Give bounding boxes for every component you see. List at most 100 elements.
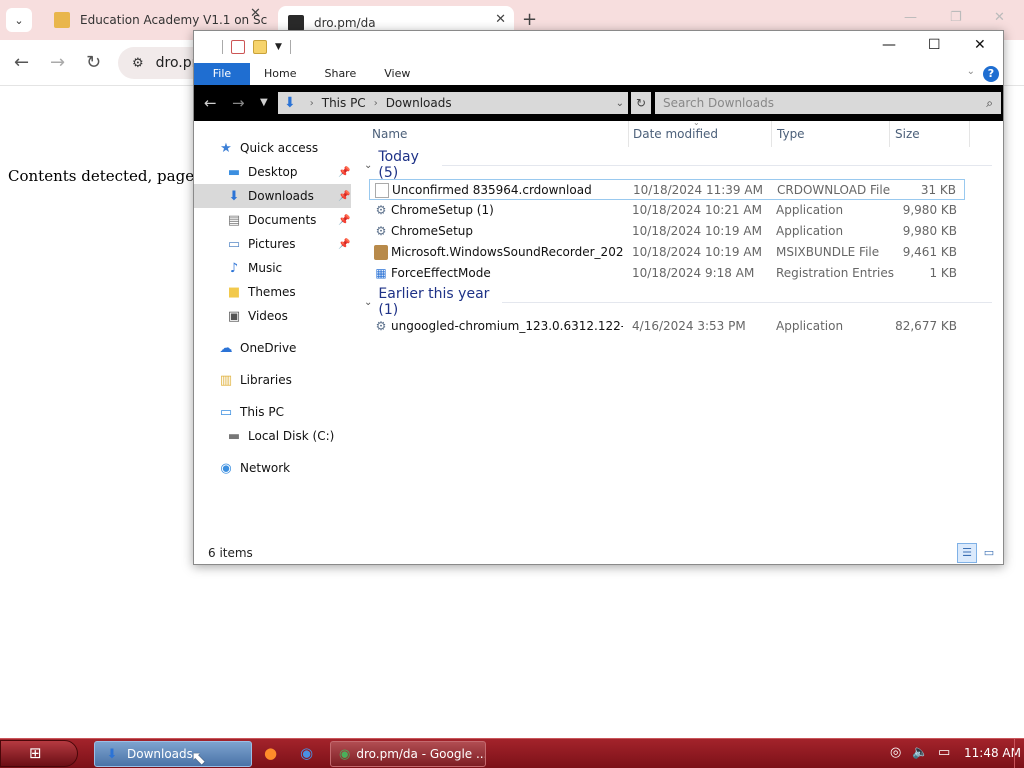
file-type: MSIXBUNDLE File xyxy=(776,245,880,259)
group-today[interactable]: ⌄ Today (5) xyxy=(360,149,992,181)
file-row[interactable]: ⚙ ungoogled-chromium_123.0.6312.122-1...… xyxy=(369,316,965,337)
chrome-icon[interactable]: ◉ xyxy=(300,744,313,762)
group-earlier-this-year[interactable]: ⌄ Earlier this year (1) xyxy=(360,286,992,318)
chevron-down-icon: ⌄ xyxy=(364,159,373,171)
pin-icon[interactable]: 📌 xyxy=(338,215,350,226)
nav-quick-access[interactable]: ★ Quick access xyxy=(218,136,318,160)
site-info-icon[interactable]: ⚙ xyxy=(132,56,144,71)
recent-locations-icon[interactable]: ▼ xyxy=(260,97,268,108)
ribbon-tab-share[interactable]: Share xyxy=(310,63,370,85)
ribbon-tab-file[interactable]: File xyxy=(194,63,250,85)
column-header-date[interactable]: Date modified xyxy=(628,121,772,147)
file-name: Unconfirmed 835964.crdownload xyxy=(392,183,592,197)
tray-app-icon[interactable]: ◎ xyxy=(890,745,901,760)
file-date: 10/18/2024 10:21 AM xyxy=(632,203,762,217)
installer-icon: ⚙ xyxy=(375,203,387,217)
explorer-maximize-icon[interactable]: ☐ xyxy=(928,37,941,53)
nav-themes[interactable]: ■ Themes xyxy=(226,280,296,304)
file-type: CRDOWNLOAD File xyxy=(777,183,891,197)
explorer-close-icon[interactable]: ✕ xyxy=(974,37,986,53)
libraries-icon: ▥ xyxy=(219,372,233,388)
downloads-icon: ⬇ xyxy=(228,188,240,204)
expand-ribbon-icon[interactable]: ⌄ xyxy=(967,66,975,77)
nav-documents[interactable]: ▤ Documents 📌 xyxy=(226,208,351,232)
new-folder-icon[interactable] xyxy=(253,40,267,54)
firefox-icon[interactable]: ● xyxy=(264,744,277,762)
explorer-minimize-icon[interactable]: — xyxy=(882,37,896,53)
new-tab-icon[interactable]: + xyxy=(522,9,537,30)
start-button[interactable]: ⊞ xyxy=(0,740,78,767)
nav-this-pc[interactable]: ▭ This PC xyxy=(218,400,284,424)
nav-label: Downloads xyxy=(248,189,314,203)
file-date: 10/18/2024 11:39 AM xyxy=(633,183,763,197)
breadcrumb[interactable]: ⬇ › This PC › Downloads ⌄ xyxy=(278,92,628,114)
customize-qat-icon[interactable]: ▼ xyxy=(275,42,282,52)
file-size: 31 KB xyxy=(920,183,956,197)
taskbar-label: dro.pm/da - Google ... xyxy=(356,747,486,761)
properties-icon[interactable] xyxy=(231,40,245,54)
restore-icon[interactable]: ❐ xyxy=(950,10,962,25)
registry-icon: ▦ xyxy=(375,266,387,280)
column-header-size[interactable]: Size xyxy=(890,121,970,147)
windows-logo-icon: ⊞ xyxy=(29,744,42,762)
taskbar-chrome-window[interactable]: ◉ dro.pm/da - Google ... xyxy=(330,741,486,767)
pin-icon[interactable]: 📌 xyxy=(338,239,350,250)
file-size: 9,980 KB xyxy=(902,224,957,238)
help-icon[interactable]: ? xyxy=(983,66,999,82)
chevron-down-icon[interactable]: ⌄ xyxy=(616,98,624,109)
desktop-icon: ▬ xyxy=(227,164,241,180)
nav-music[interactable]: ♪ Music xyxy=(226,256,282,280)
file-row[interactable]: ▦ ForceEffectMode 10/18/2024 9:18 AM Reg… xyxy=(369,263,965,284)
documents-icon: ▤ xyxy=(227,212,241,228)
details-view-icon[interactable]: ☰ xyxy=(957,543,977,563)
refresh-icon[interactable]: ↻ xyxy=(631,92,651,114)
reload-icon[interactable]: ↻ xyxy=(86,52,101,73)
file-date: 10/18/2024 10:19 AM xyxy=(632,224,762,238)
file-row[interactable]: ⚙ ChromeSetup 10/18/2024 10:19 AM Applic… xyxy=(369,221,965,242)
minimize-icon[interactable]: — xyxy=(904,10,917,25)
nav-downloads[interactable]: ⬇ Downloads 📌 xyxy=(194,184,351,208)
back-arrow-icon[interactable]: ← xyxy=(204,94,217,112)
breadcrumb-downloads[interactable]: Downloads xyxy=(386,96,452,110)
nav-network[interactable]: ◉ Network xyxy=(218,456,290,480)
ribbon-tab-view[interactable]: View xyxy=(370,63,424,85)
nav-onedrive[interactable]: ☁ OneDrive xyxy=(218,336,297,360)
show-desktop-button[interactable] xyxy=(1014,739,1024,768)
close-tab-icon[interactable]: ✕ xyxy=(495,12,506,27)
file-row[interactable]: Microsoft.WindowsSoundRecorder_2021.... … xyxy=(369,242,965,263)
nav-desktop[interactable]: ▬ Desktop 📌 xyxy=(226,160,351,184)
file-row[interactable]: Unconfirmed 835964.crdownload 10/18/2024… xyxy=(369,179,965,200)
column-header-type[interactable]: Type xyxy=(772,121,890,147)
taskbar-explorer-downloads[interactable]: ⬇ Downloads xyxy=(94,741,252,767)
network-tray-icon[interactable]: ▭ xyxy=(938,745,950,760)
forward-arrow-icon[interactable]: → xyxy=(232,94,245,112)
ribbon-tabs: File Home Share View xyxy=(194,63,1003,85)
pin-icon[interactable]: 📌 xyxy=(338,167,350,178)
nav-label: Videos xyxy=(248,309,288,323)
nav-label: Local Disk (C:) xyxy=(248,429,335,443)
close-window-icon[interactable]: ✕ xyxy=(994,10,1005,25)
folder-icon: ■ xyxy=(227,284,241,300)
file-row[interactable]: ⚙ ChromeSetup (1) 10/18/2024 10:21 AM Ap… xyxy=(369,200,965,221)
file-name: ChromeSetup xyxy=(391,224,473,238)
volume-muted-icon[interactable]: 🔈 xyxy=(912,745,928,760)
tab-search-button[interactable]: ⌄ xyxy=(6,8,32,32)
navigation-pane: ★ Quick access ▬ Desktop 📌 ⬇ Downloads 📌… xyxy=(194,121,354,541)
search-input[interactable]: Search Downloads ⌕ xyxy=(655,92,1001,114)
file-size: 82,677 KB xyxy=(895,319,957,333)
ribbon-tab-home[interactable]: Home xyxy=(250,63,310,85)
nav-libraries[interactable]: ▥ Libraries xyxy=(218,368,292,392)
file-date: 10/18/2024 9:18 AM xyxy=(632,266,755,280)
breadcrumb-this-pc[interactable]: This PC xyxy=(322,96,366,110)
column-header-name[interactable]: Name xyxy=(367,121,629,147)
taskbar-label: Downloads xyxy=(127,747,193,761)
pin-icon[interactable]: 📌 xyxy=(338,191,350,202)
nav-local-disk[interactable]: ▬ Local Disk (C:) xyxy=(226,424,334,448)
large-icons-view-icon[interactable]: ▭ xyxy=(979,543,999,563)
forward-arrow-icon[interactable]: → xyxy=(50,52,65,73)
back-arrow-icon[interactable]: ← xyxy=(14,52,29,73)
file-type: Application xyxy=(776,224,844,238)
nav-pictures[interactable]: ▭ Pictures 📌 xyxy=(226,232,351,256)
nav-videos[interactable]: ▣ Videos xyxy=(226,304,288,328)
clock[interactable]: 11:48 AM xyxy=(964,746,1021,760)
